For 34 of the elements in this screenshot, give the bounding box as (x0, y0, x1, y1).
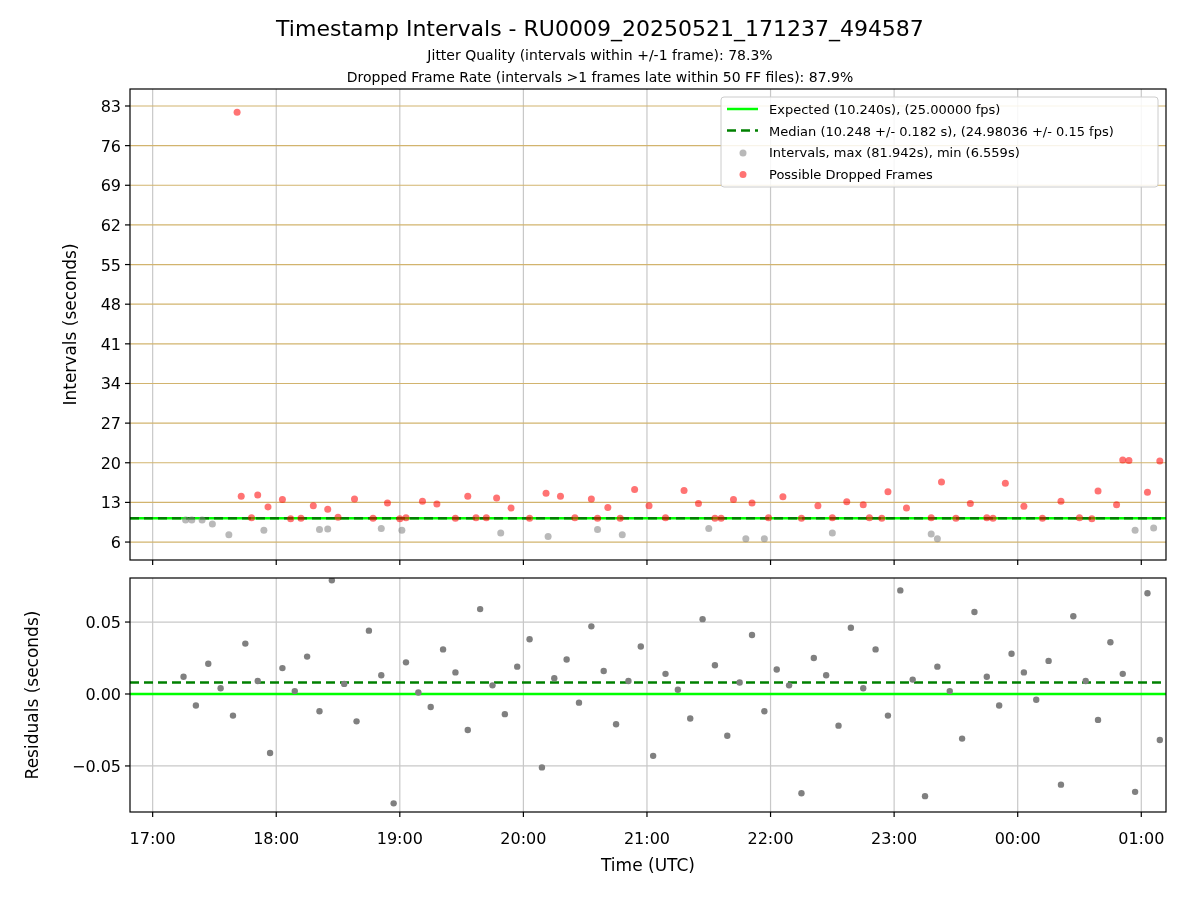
tick-label: 19:00 (376, 829, 423, 848)
tick-label: −0.05 (71, 756, 121, 776)
tick-label: 55 (100, 255, 121, 275)
tick-label: 41 (100, 334, 121, 354)
tick-label: 0.00 (85, 685, 121, 704)
tick-label: 21:00 (623, 829, 670, 848)
tick-label: 17:00 (129, 829, 176, 848)
tick-label: 20:00 (500, 829, 547, 848)
tick-label: 18:00 (253, 829, 300, 848)
axis-title: Residuals (seconds) (22, 610, 42, 780)
tick-label: 34 (100, 374, 121, 394)
tick-label: 23:00 (871, 829, 918, 848)
tick-label: 6 (110, 533, 121, 553)
chart-title: Timestamp Intervals - RU0009_20250521_171237_494587 (276, 15, 924, 44)
tick-label: 76 (100, 136, 121, 156)
legend-label: Median (10.248 +/- 0.182 s), (24.98036 +/- 0.15 fps) (769, 123, 1114, 139)
axis-title: Intervals (seconds) (60, 243, 80, 406)
axis-title: Time (UTC) (601, 855, 695, 875)
tick-label: 20 (100, 453, 121, 473)
tick-label: 01:00 (1118, 829, 1165, 848)
chart-subtitle: Jitter Quality (intervals within +/-1 frame): 78.3% (427, 46, 773, 65)
tick-label: 83 (100, 97, 121, 116)
chart-subtitle: Dropped Frame Rate (intervals >1 frames late within 50 FF files): 87.9% (346, 68, 854, 87)
tick-label: 13 (100, 493, 121, 513)
tick-label: 69 (100, 176, 121, 196)
legend-label: Possible Dropped Frames (769, 166, 933, 182)
tick-label: 48 (100, 295, 121, 315)
legend-label: Expected (10.240s), (25.00000 fps) (769, 102, 1001, 117)
tick-label: 00:00 (994, 829, 1041, 848)
tick-label: 0.05 (85, 613, 121, 633)
tick-label: 27 (100, 414, 121, 434)
tick-label: 62 (100, 215, 121, 235)
tick-label: 22:00 (747, 829, 794, 848)
legend-label: Intervals, max (81.942s), min (6.559s) (769, 145, 1020, 160)
